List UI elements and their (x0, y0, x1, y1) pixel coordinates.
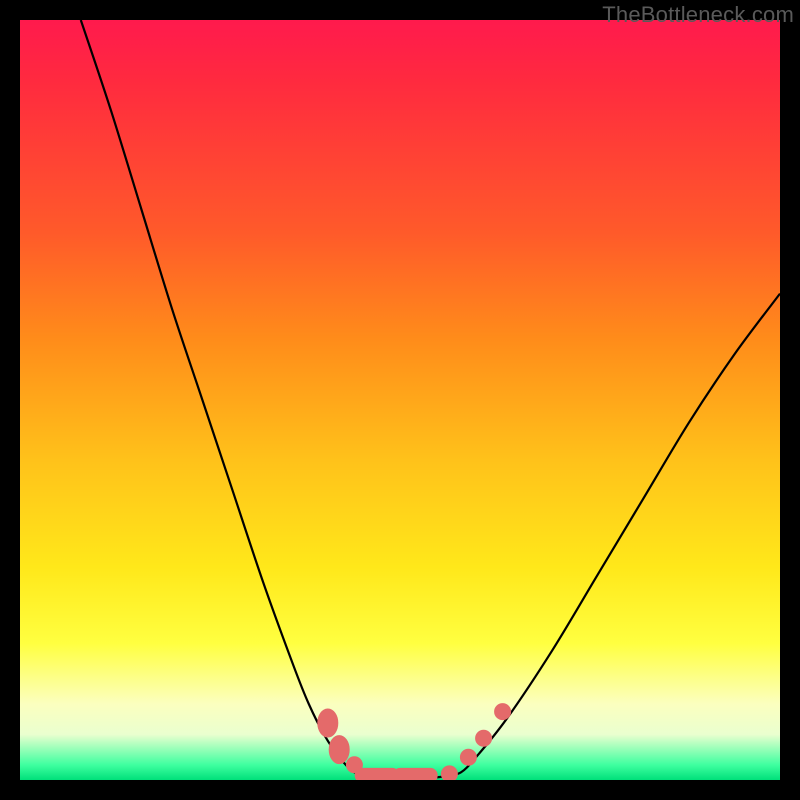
marker-bar (355, 768, 399, 780)
marker-layer (318, 704, 511, 780)
plot-area (20, 20, 780, 780)
watermark-text: TheBottleneck.com (602, 2, 794, 28)
marker-dot (476, 730, 492, 746)
marker-blob (329, 736, 349, 764)
marker-dot (441, 766, 457, 780)
bottleneck-curve (20, 20, 780, 780)
marker-dot (460, 749, 476, 765)
marker-dot (495, 704, 511, 720)
curve-path (81, 20, 780, 778)
marker-blob (318, 709, 338, 737)
marker-bar (393, 768, 437, 780)
chart-frame: TheBottleneck.com (0, 0, 800, 800)
